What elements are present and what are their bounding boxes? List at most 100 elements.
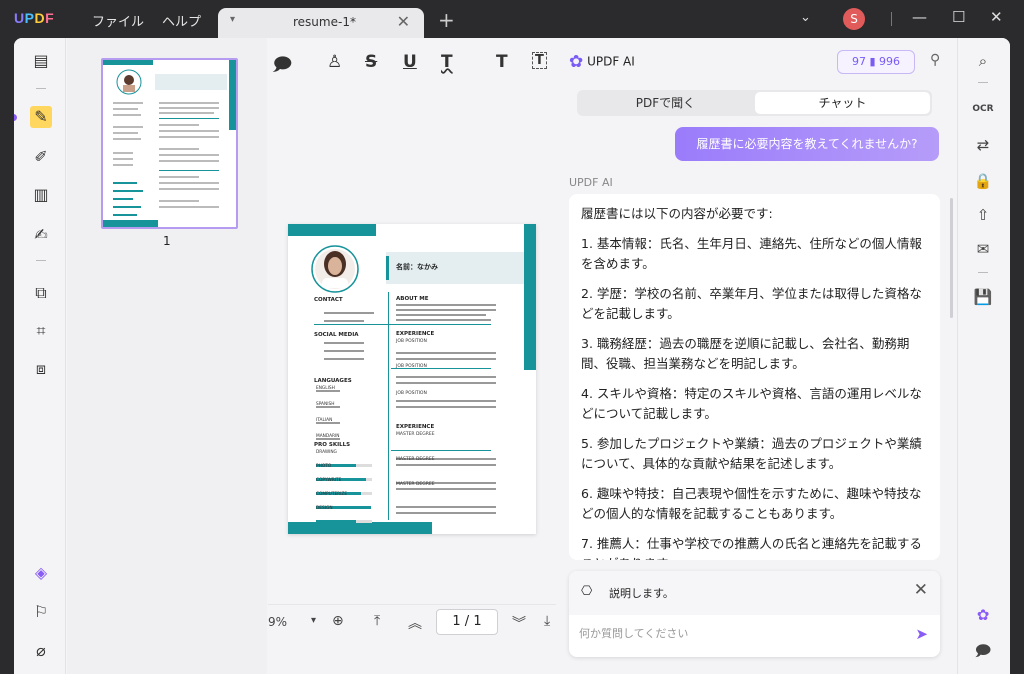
- right-tool-rail: ⌕ OCR ⇄ 🔒 ⇧ ✉ 💾 ✿ 🗩: [957, 38, 1010, 674]
- resume-social-heading: SOCIAL MEDIA: [314, 332, 359, 338]
- ai-logo-icon: ✿: [569, 52, 584, 72]
- text-box-icon[interactable]: T: [532, 52, 547, 69]
- resume-job-3: JOB POSITION: [396, 391, 427, 396]
- resume-about-heading: ABOUT ME: [396, 296, 429, 302]
- question-input[interactable]: [579, 627, 899, 640]
- tab-title: resume-1*: [293, 15, 356, 29]
- resume-skill-4: COMPUTERIZE: [316, 492, 348, 497]
- updf-logo: UPDF: [14, 10, 55, 26]
- protect-icon[interactable]: 🔒: [972, 170, 994, 192]
- underline-icon[interactable]: U: [403, 52, 417, 72]
- ai-sender-label: UPDF AI: [569, 176, 613, 189]
- tab-dropdown-icon[interactable]: ▾: [230, 14, 235, 25]
- response-line: 5. 参加したプロジェクトや業績：過去のプロジェクトや業績について、具体的な貢献…: [581, 436, 922, 471]
- ai-response: 履歴書には以下の内容が必要です: 1. 基本情報：氏名、生年月日、連絡先、住所な…: [569, 194, 940, 560]
- zoom-level[interactable]: 9%: [268, 615, 287, 629]
- zoom-dropdown-icon[interactable]: ▾: [311, 615, 316, 626]
- share-icon[interactable]: ⇧: [972, 204, 994, 226]
- user-avatar[interactable]: S: [843, 8, 865, 30]
- minimize-icon[interactable]: —: [912, 8, 927, 26]
- app-window: ▤ ✎ ✐ ▥ ✍ ⧉ ⌗ ⧈ ◈ ⚐ ⌀ 1 🗩 ♙ S U T T T 名前…: [14, 38, 1010, 674]
- explain-mode-icon: ⎔: [581, 584, 593, 599]
- save-icon[interactable]: 💾: [972, 286, 994, 308]
- prompt-mode-bar[interactable]: ⎔ 説明します。 ✕: [569, 571, 940, 615]
- last-page-icon[interactable]: ⤓: [544, 613, 550, 629]
- credit-badge[interactable]: 97 ▮ 996: [837, 50, 915, 74]
- send-icon[interactable]: ➤: [915, 625, 928, 643]
- resume-skill-2: PHOTO: [316, 464, 332, 469]
- resume-degree-1: MASTER DEGREE: [396, 432, 435, 437]
- resume-skill-3: COPYWRITE: [316, 478, 342, 483]
- page-navigation-bar: 9% ▾ ⊕ ⤒ ︽ 1 / 1 ︾ ⤓: [268, 604, 556, 640]
- comment-highlighter-icon[interactable]: ✎: [30, 106, 52, 128]
- resume-degree-2: MASTER DEGREE: [396, 457, 435, 462]
- zoom-in-icon[interactable]: ⊕: [332, 613, 344, 629]
- maximize-icon[interactable]: ☐: [952, 8, 965, 26]
- response-line: 7. 推薦人：仕事や学校での推薦人の氏名と連絡先を記載することがあります。: [581, 536, 922, 560]
- email-icon[interactable]: ✉: [972, 238, 994, 260]
- resume-degree-3: MASTER DEGREE: [396, 482, 435, 487]
- form-icon[interactable]: ✍: [30, 224, 52, 246]
- title-bar: UPDF ファイル ヘルプ ▾ resume-1* ✕ + ⌄ S — ☐ ✕: [0, 0, 1024, 38]
- page-number-input[interactable]: 1 / 1: [436, 609, 498, 635]
- squiggly-icon[interactable]: T: [441, 52, 453, 72]
- highlight-tool-icon[interactable]: ♙: [327, 52, 342, 72]
- tab-ask-pdf[interactable]: PDFで聞く: [577, 92, 754, 114]
- previous-page-icon[interactable]: ︽: [408, 613, 422, 633]
- organize-pages-icon[interactable]: ⧉: [30, 282, 52, 304]
- edit-pdf-icon[interactable]: ✐: [30, 146, 52, 168]
- attachment-icon[interactable]: ⌀: [30, 640, 52, 662]
- ocr-icon[interactable]: OCR: [972, 98, 994, 120]
- pin-icon[interactable]: ⚲: [930, 52, 940, 68]
- resume-contact-heading: CONTACT: [314, 297, 343, 303]
- comment-icon[interactable]: 🗩: [273, 52, 292, 81]
- next-page-icon[interactable]: ︾: [512, 613, 526, 633]
- menu-help[interactable]: ヘルプ: [162, 11, 201, 30]
- response-line: 1. 基本情報：氏名、生年月日、連絡先、住所などの個人情報を含めます。: [581, 236, 922, 271]
- ai-panel-header: ✿ UPDF AI: [569, 52, 635, 72]
- resume-lang-1: ENGLISH: [316, 386, 335, 391]
- convert-icon[interactable]: ⇄: [972, 134, 994, 156]
- redact-icon[interactable]: ⧈: [30, 358, 52, 380]
- layers-icon[interactable]: ◈: [30, 562, 52, 584]
- menu-file[interactable]: ファイル: [92, 11, 144, 30]
- close-window-icon[interactable]: ✕: [990, 8, 1003, 26]
- response-line: 2. 学歴：学校の名前、卒業年月、学位または取得した資格などを記載します。: [581, 286, 922, 321]
- response-line: 4. スキルや資格：特定のスキルや資格、言語の運用レベルなどについて記載します。: [581, 386, 922, 421]
- reader-icon[interactable]: ▤: [30, 50, 52, 72]
- text-comment-icon[interactable]: T: [496, 52, 508, 72]
- strikethrough-icon[interactable]: S: [365, 52, 377, 72]
- close-tab-icon[interactable]: ✕: [397, 12, 410, 31]
- mode-segmented-control: PDFで聞く チャット: [577, 90, 932, 116]
- resume-job-1: JOB POSITION: [396, 339, 427, 344]
- crop-icon[interactable]: ⌗: [30, 320, 52, 342]
- chat-input-box: ⎔ 説明します。 ✕ ➤: [569, 571, 940, 657]
- search-icon[interactable]: ⌕: [972, 50, 994, 72]
- response-scrollbar[interactable]: [950, 198, 953, 318]
- first-page-icon[interactable]: ⤒: [374, 613, 380, 629]
- ai-panel-title: UPDF AI: [587, 54, 635, 69]
- page-thumbnail[interactable]: [101, 58, 238, 229]
- new-tab-icon[interactable]: +: [438, 8, 455, 32]
- document-tab[interactable]: ▾ resume-1* ✕: [218, 8, 424, 38]
- response-line: 3. 職務経歴：過去の職歴を逆順に記載し、会社名、勤務期間、役職、担当業務などを…: [581, 336, 910, 371]
- close-mode-icon[interactable]: ✕: [914, 580, 928, 600]
- resume-lang-4: MANDARIN: [316, 434, 340, 439]
- bookmark-icon[interactable]: ⚐: [30, 601, 52, 623]
- thumbnail-panel: 1: [67, 38, 267, 674]
- tab-list-chevron-icon[interactable]: ⌄: [800, 10, 811, 25]
- resume-lang-2: SPANISH: [316, 402, 335, 407]
- response-line: 履歴書には以下の内容が必要です:: [581, 206, 773, 221]
- resume-proskills-heading: PRO SKILLS: [314, 442, 351, 448]
- resume-name: 名前：なかみ: [396, 263, 438, 271]
- comments-icon[interactable]: 🗩: [972, 640, 994, 662]
- tab-chat[interactable]: チャット: [755, 92, 930, 114]
- page-organize-icon[interactable]: ▥: [30, 184, 52, 206]
- credit-1: 97: [851, 55, 866, 68]
- divider: [36, 88, 46, 89]
- resume-page: 名前：なかみ CONTACT ABOUT ME SOCIAL MEDIA EXP…: [288, 224, 536, 534]
- ai-assistant-icon[interactable]: ✿: [972, 604, 994, 626]
- resume-lang-3: ITALIAN: [316, 418, 333, 423]
- resume-languages-heading: LANGUAGES: [314, 378, 352, 384]
- divider: [891, 12, 892, 26]
